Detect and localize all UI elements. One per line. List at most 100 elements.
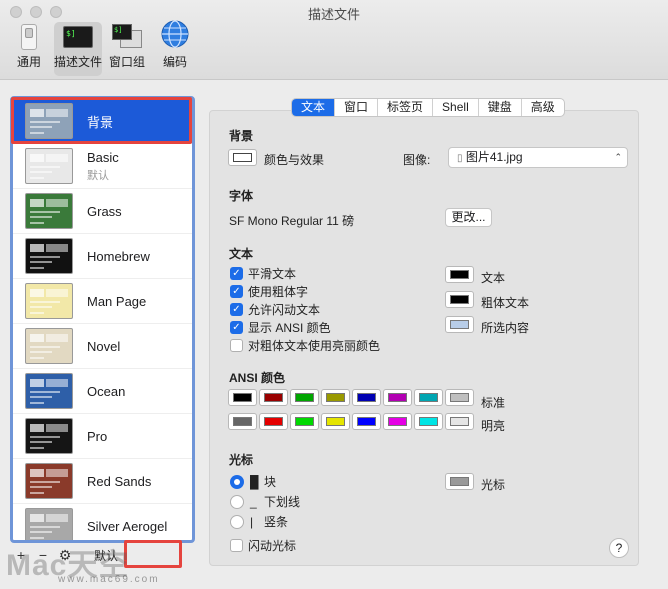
ansi-section-title: ANSI 颜色: [229, 371, 286, 385]
tab-tabs[interactable]: 标签页: [378, 99, 434, 116]
profile-name: Homebrew: [87, 248, 150, 264]
profile-item[interactable]: Red Sands: [13, 459, 192, 504]
ansi-color-well[interactable]: [383, 413, 412, 430]
background-color-well[interactable]: [228, 149, 257, 166]
radio-label: 块: [264, 475, 277, 489]
cursor-color-well[interactable]: [445, 473, 474, 490]
profile-item[interactable]: Silver Aerogel: [13, 504, 192, 540]
text-option-checkbox[interactable]: 对粗体文本使用亮丽颜色: [230, 337, 380, 354]
text-color-label: 所选内容: [481, 321, 530, 335]
toolbar-profiles[interactable]: $] 描述文件: [54, 22, 102, 76]
text-option-checkbox[interactable]: ✓ 显示 ANSI 颜色: [230, 319, 331, 336]
profile-thumbnail: [25, 148, 73, 184]
ansi-color-well[interactable]: [383, 389, 412, 406]
ansi-color-well[interactable]: [259, 389, 288, 406]
profile-item[interactable]: Grass: [13, 189, 192, 234]
profile-name: Red Sands: [87, 473, 152, 489]
text-color-well[interactable]: [445, 291, 474, 308]
checkbox-box: ✓: [230, 267, 243, 280]
profile-name: Grass: [87, 203, 122, 219]
remove-profile-button[interactable]: −: [32, 545, 54, 565]
image-value: 图片41.jpg: [465, 150, 523, 164]
watermark-url: www.mac69.com: [58, 574, 160, 585]
ansi-color-well[interactable]: [445, 389, 474, 406]
tab-keyboard[interactable]: 键盘: [479, 99, 522, 116]
more-options-button[interactable]: ⚙: [54, 545, 76, 565]
profile-thumbnail: [25, 238, 73, 274]
text-color-well[interactable]: [445, 266, 474, 283]
ansi-color-well[interactable]: [290, 413, 319, 430]
cursor-glyph: █: [250, 474, 259, 489]
text-option-checkbox[interactable]: ✓ 平滑文本: [230, 265, 296, 282]
ansi-color-well[interactable]: [352, 389, 381, 406]
default-button[interactable]: 默认: [88, 546, 124, 565]
profile-name: Silver Aerogel: [87, 518, 168, 534]
tab-shell[interactable]: Shell: [433, 99, 479, 116]
toolbar-general[interactable]: 通用: [6, 22, 52, 76]
toolbar-label: 通用: [16, 55, 41, 69]
ansi-color-well[interactable]: [352, 413, 381, 430]
image-label: 图像:: [403, 153, 431, 167]
text-option-checkbox[interactable]: ✓ 允许闪动文本: [230, 301, 320, 318]
ansi-color-well[interactable]: [259, 413, 288, 430]
cursor-color-label: 光标: [481, 478, 506, 492]
profile-item[interactable]: Pro: [13, 414, 192, 459]
window-group-icon: $]: [112, 22, 142, 49]
radio-button: [230, 514, 244, 529]
profile-item[interactable]: Novel: [13, 324, 192, 369]
toolbar-label: 编码: [162, 55, 187, 69]
cursor-style-radio[interactable]: | 竖条: [230, 513, 288, 530]
checkbox-box: [230, 339, 243, 352]
cursor-style-radio[interactable]: _ 下划线: [230, 493, 300, 510]
tab-advanced[interactable]: 高级: [522, 99, 564, 116]
image-popup[interactable]: ▯ 图片41.jpg ⌃: [448, 147, 628, 168]
toolbar-label: 窗口组: [108, 55, 145, 69]
profile-default-label: 默认: [87, 169, 109, 182]
profile-list[interactable]: 背景 Basic 默认 Grass Homebrew Man Page Novel Ocean…: [10, 96, 195, 543]
help-button[interactable]: ?: [609, 538, 629, 558]
checkbox-label: 显示 ANSI 颜色: [248, 321, 331, 335]
tab-window[interactable]: 窗口: [335, 99, 379, 116]
profile-item[interactable]: Man Page: [13, 279, 192, 324]
profile-name: Pro: [87, 428, 108, 444]
ansi-color-well[interactable]: [321, 413, 350, 430]
profile-thumbnail: [25, 328, 73, 364]
ansi-color-well[interactable]: [228, 413, 257, 430]
checkbox-box: [230, 539, 243, 552]
radio-label: 竖条: [264, 515, 289, 529]
profile-item[interactable]: Basic 默认: [13, 144, 192, 189]
highlight-box: [11, 97, 192, 144]
profile-thumbnail: [25, 508, 73, 540]
background-section-title: 背景: [229, 129, 254, 143]
chevron-updown-icon: ⌃: [614, 152, 622, 162]
ansi-color-well[interactable]: [290, 389, 319, 406]
profile-name: Novel: [87, 338, 121, 354]
profile-thumbnail: [25, 463, 73, 499]
text-color-label: 粗体文本: [481, 296, 530, 310]
ansi-color-well[interactable]: [414, 389, 443, 406]
blink-cursor-checkbox[interactable]: 闪动光标: [230, 537, 296, 554]
profile-item[interactable]: Ocean: [13, 369, 192, 414]
change-font-button[interactable]: 更改...: [445, 208, 492, 227]
terminal-profile-icon: $]: [63, 22, 93, 49]
tab-text[interactable]: 文本: [292, 99, 336, 116]
tab-bar: 文本 窗口 标签页 Shell 键盘 高级: [291, 98, 565, 117]
toolbar-window-groups[interactable]: $] 窗口组: [104, 22, 150, 76]
ansi-color-well[interactable]: [445, 413, 474, 430]
ansi-color-well[interactable]: [414, 413, 443, 430]
radio-button: [230, 474, 244, 489]
highlight-box: [124, 540, 182, 568]
font-value: SF Mono Regular 11 磅: [229, 214, 355, 228]
radio-label: 下划线: [264, 495, 301, 509]
profile-item[interactable]: Homebrew: [13, 234, 192, 279]
toolbar-encodings[interactable]: 编码: [152, 20, 198, 76]
cursor-style-radio[interactable]: █ 块: [230, 473, 276, 490]
text-section-title: 文本: [229, 247, 254, 261]
ansi-color-well[interactable]: [228, 389, 257, 406]
text-option-checkbox[interactable]: ✓ 使用粗体字: [230, 283, 308, 300]
ansi-color-well[interactable]: [321, 389, 350, 406]
cursor-section-title: 光标: [229, 453, 254, 467]
text-color-well[interactable]: [445, 316, 474, 333]
add-profile-button[interactable]: +: [10, 545, 32, 565]
checkbox-label: 平滑文本: [248, 267, 297, 281]
